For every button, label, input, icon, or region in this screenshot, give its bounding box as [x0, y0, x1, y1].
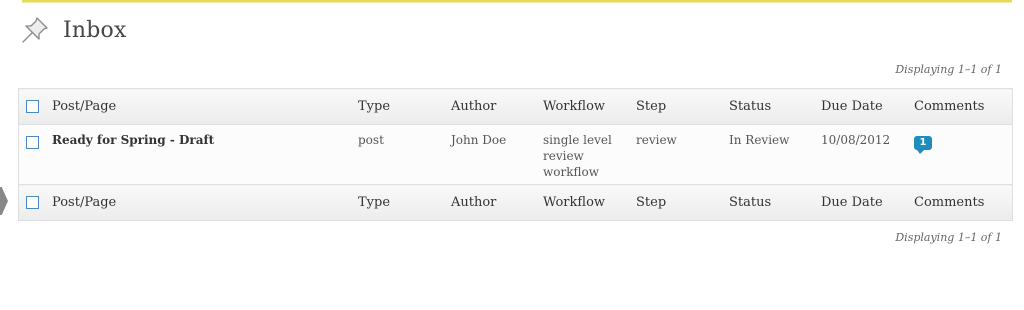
inbox-table: Post/Page Type Author Workflow Step Stat… — [18, 88, 1013, 221]
cell-post-title: Ready for Spring - Draft — [44, 124, 350, 185]
footer-column-comments[interactable]: Comments — [906, 184, 1013, 221]
table-row: Ready for Spring - Draft post John Doe s… — [18, 124, 1013, 185]
footer-column-post[interactable]: Post/Page — [44, 184, 350, 221]
table-footer-row: Post/Page Type Author Workflow Step Stat… — [18, 184, 1013, 221]
column-header-type[interactable]: Type — [350, 88, 443, 125]
footer-column-step[interactable]: Step — [628, 184, 721, 221]
table-header-row: Post/Page Type Author Workflow Step Stat… — [18, 88, 1013, 125]
column-header-comments[interactable]: Comments — [906, 88, 1013, 125]
column-header-author[interactable]: Author — [443, 88, 535, 125]
footer-column-workflow[interactable]: Workflow — [535, 184, 628, 221]
select-all-checkbox[interactable] — [26, 100, 39, 113]
displaying-count-top: Displaying 1–1 of 1 — [895, 63, 1002, 76]
cell-author: John Doe — [443, 124, 535, 185]
page-heading: Inbox — [20, 14, 127, 46]
row-select-cell — [18, 124, 44, 185]
footer-column-author[interactable]: Author — [443, 184, 535, 221]
notice-border — [22, 0, 1012, 3]
pushpin-icon — [20, 15, 50, 45]
post-title-link[interactable]: Ready for Spring - Draft — [52, 133, 214, 147]
cell-status: In Review — [721, 124, 813, 185]
select-all-cell — [18, 88, 44, 125]
column-header-workflow[interactable]: Workflow — [535, 88, 628, 125]
displaying-count-bottom: Displaying 1–1 of 1 — [895, 231, 1002, 244]
column-header-status[interactable]: Status — [721, 88, 813, 125]
cell-type: post — [350, 124, 443, 185]
select-all-checkbox-footer[interactable] — [26, 196, 39, 209]
cell-due-date: 10/08/2012 — [813, 124, 906, 185]
cell-step: review — [628, 124, 721, 185]
page-title: Inbox — [63, 17, 127, 43]
column-header-due-date[interactable]: Due Date — [813, 88, 906, 125]
footer-column-status[interactable]: Status — [721, 184, 813, 221]
footer-column-type[interactable]: Type — [350, 184, 443, 221]
cell-workflow: single level review workflow — [535, 124, 628, 185]
row-checkbox[interactable] — [26, 135, 39, 149]
footer-column-due-date[interactable]: Due Date — [813, 184, 906, 221]
select-all-cell-footer — [18, 184, 44, 221]
collapse-arrow[interactable] — [0, 187, 8, 215]
column-header-post[interactable]: Post/Page — [44, 88, 350, 125]
column-header-step[interactable]: Step — [628, 88, 721, 125]
comment-bubble-icon[interactable]: 1 — [914, 136, 932, 154]
cell-comments: 1 — [906, 124, 1013, 185]
